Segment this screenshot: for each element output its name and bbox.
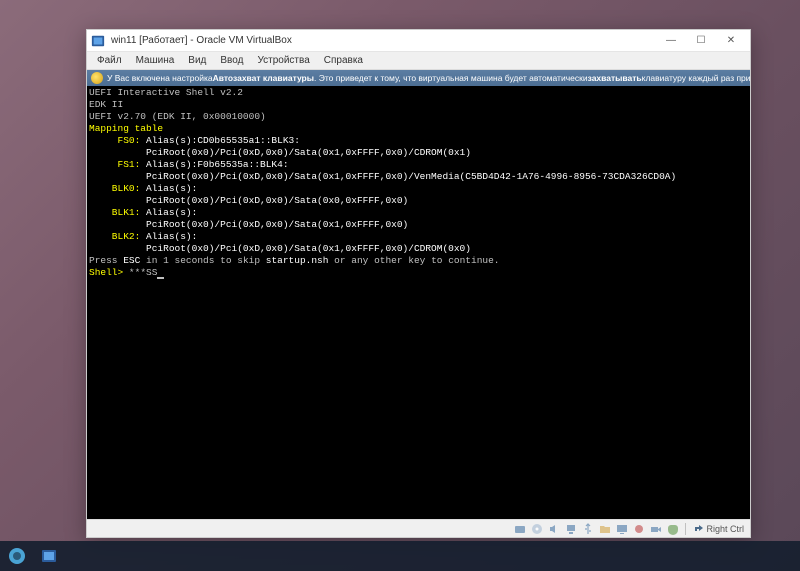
mapping-table-title: Mapping table	[89, 123, 163, 134]
disk-icon[interactable]	[513, 522, 527, 536]
blk2-path: PciRoot(0x0)/Pci(0xD,0x0)/Sata(0x1,0xFFF…	[89, 243, 471, 254]
text-cursor	[157, 277, 164, 279]
audio-icon[interactable]	[547, 522, 561, 536]
shell-header3: UEFI v2.70 (EDK II, 0x00010000)	[89, 111, 266, 122]
blk1-label: BLK1:	[89, 207, 140, 218]
network-icon[interactable]	[564, 522, 578, 536]
fs1-label: FS1:	[89, 159, 140, 170]
info-text-1: У Вас включена настройка	[107, 73, 213, 83]
blk0-label: BLK0:	[89, 183, 140, 194]
camera-icon[interactable]	[649, 522, 663, 536]
minimize-button[interactable]: —	[656, 31, 686, 51]
blk0-alias: Alias(s):	[140, 183, 197, 194]
blk2-label: BLK2:	[89, 231, 140, 242]
fs0-path: PciRoot(0x0)/Pci(0xD,0x0)/Sata(0x1,0xFFF…	[89, 147, 471, 158]
press-suffix: or any other key to continue.	[328, 255, 499, 266]
press-mid: in 1 seconds to skip	[140, 255, 265, 266]
menu-input[interactable]: Ввод	[214, 53, 249, 68]
folder-icon[interactable]	[598, 522, 612, 536]
titlebar[interactable]: win11 [Работает] - Oracle VM VirtualBox …	[87, 30, 750, 52]
host-taskbar	[0, 541, 800, 571]
info-text-2: . Это приведет к тому, что виртуальная м…	[314, 73, 588, 83]
host-key-indicator[interactable]: Right Ctrl	[691, 524, 746, 534]
press-prefix: Press	[89, 255, 123, 266]
blk1-alias: Alias(s):	[140, 207, 197, 218]
fs1-path: PciRoot(0x0)/Pci(0xD,0x0)/Sata(0x1,0xFFF…	[89, 171, 676, 182]
cd-icon[interactable]	[530, 522, 544, 536]
virtualbox-taskbar-icon[interactable]	[36, 543, 62, 569]
shell-header1: UEFI Interactive Shell v2.2	[89, 87, 243, 98]
esc-key: ESC	[123, 255, 140, 266]
menubar: Файл Машина Вид Ввод Устройства Справка	[87, 52, 750, 70]
startup-nsh: startup.nsh	[266, 255, 329, 266]
fs1-alias: Alias(s):F0b65535a::BLK4:	[140, 159, 288, 170]
window-title: win11 [Работает] - Oracle VM VirtualBox	[111, 35, 656, 46]
shell-prompt: Shell>	[89, 267, 129, 278]
close-button[interactable]: ✕	[716, 31, 746, 51]
hostkey-arrow-icon	[693, 524, 703, 534]
virtualbox-icon	[91, 34, 105, 48]
shell-header2: EDK II	[89, 99, 123, 110]
menu-view[interactable]: Вид	[182, 53, 212, 68]
menu-file[interactable]: Файл	[91, 53, 128, 68]
shell-input: ***SS	[129, 267, 158, 278]
blk0-path: PciRoot(0x0)/Pci(0xD,0x0)/Sata(0x0,0xFFF…	[89, 195, 408, 206]
info-bold-1: Автозахват клавиатуры	[213, 73, 314, 83]
uefi-shell-terminal[interactable]: UEFI Interactive Shell v2.2 EDK II UEFI …	[87, 86, 750, 519]
display-icon[interactable]	[615, 522, 629, 536]
info-bold-2: захватывать	[588, 73, 642, 83]
record-icon[interactable]	[632, 522, 646, 536]
blk2-alias: Alias(s):	[140, 231, 197, 242]
statusbar: Right Ctrl	[87, 519, 750, 537]
info-bar: У Вас включена настройка Автозахват клав…	[87, 70, 750, 86]
menu-help[interactable]: Справка	[318, 53, 369, 68]
lightbulb-icon	[91, 72, 103, 84]
menu-devices[interactable]: Устройства	[251, 53, 315, 68]
fs0-alias: Alias(s):CD0b65535a1::BLK3:	[140, 135, 300, 146]
fs0-label: FS0:	[89, 135, 140, 146]
info-text-3: клавиатуру каждый раз при переключении	[642, 73, 750, 83]
mouse-capture-icon[interactable]	[666, 522, 680, 536]
hostkey-label: Right Ctrl	[706, 524, 744, 534]
start-menu-icon[interactable]	[4, 543, 30, 569]
maximize-button[interactable]: ☐	[686, 31, 716, 51]
status-separator	[685, 523, 686, 535]
menu-machine[interactable]: Машина	[130, 53, 181, 68]
usb-icon[interactable]	[581, 522, 595, 536]
blk1-path: PciRoot(0x0)/Pci(0xD,0x0)/Sata(0x1,0xFFF…	[89, 219, 408, 230]
vm-window: win11 [Работает] - Oracle VM VirtualBox …	[86, 29, 751, 538]
